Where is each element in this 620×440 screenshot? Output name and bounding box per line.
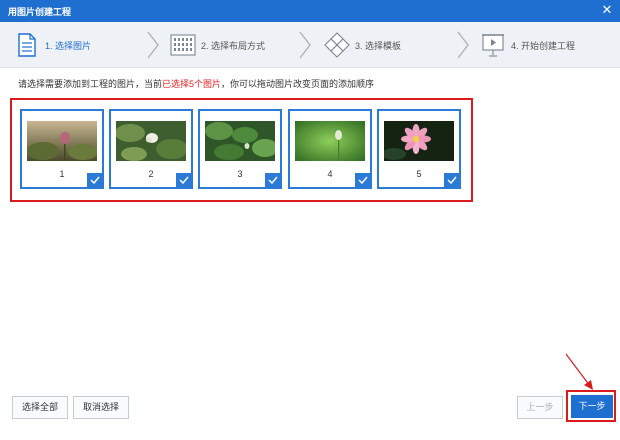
annotation-arrow-icon	[565, 353, 593, 390]
step-label: 4. 开始创建工程	[511, 40, 576, 51]
step-select-template: 3. 选择模板	[324, 22, 401, 68]
step-select-layout: 2. 选择布局方式	[170, 22, 265, 68]
select-all-button[interactable]: 选择全部	[12, 396, 68, 419]
white-lotus-photo	[116, 121, 186, 161]
checkmark-icon[interactable]	[444, 173, 459, 187]
window-title: 用图片创建工程	[8, 7, 72, 17]
checkmark-icon[interactable]	[355, 173, 370, 187]
lotus-bud-photo	[27, 121, 97, 161]
pink-lotus-photo	[384, 121, 454, 161]
instruction-before: 请选择需要添加到工程的图片，当前	[18, 79, 163, 89]
step-label: 2. 选择布局方式	[201, 40, 266, 51]
step-label: 3. 选择模板	[355, 40, 402, 51]
step-chevron-icon	[147, 31, 159, 59]
prev-button[interactable]: 上一步	[517, 396, 563, 419]
step-start-create: 4. 开始创建工程	[480, 22, 575, 68]
grid-layout-icon	[170, 31, 196, 59]
lotus-leaves-photo	[205, 121, 275, 161]
thumbnail-item[interactable]: 3	[198, 109, 282, 189]
selected-count-highlight: 已选择5个图片	[162, 79, 222, 89]
thumbnail-item[interactable]: 5	[377, 109, 461, 189]
step-chevron-icon	[457, 31, 469, 59]
step-label: 1. 选择图片	[45, 40, 92, 51]
next-button[interactable]: 下一步	[571, 395, 613, 418]
document-icon	[14, 31, 40, 59]
instruction-text: 请选择需要添加到工程的图片，当前已选择5个图片，你可以拖动图片改变页面的添加顺序	[18, 77, 374, 90]
thumbnail-area: 1 2 3 4 5	[10, 98, 473, 202]
checkmark-icon[interactable]	[265, 173, 280, 187]
deselect-button[interactable]: 取消选择	[73, 396, 129, 419]
step-select-images: 1. 选择图片	[14, 22, 91, 68]
step-chevron-icon	[299, 31, 311, 59]
instruction-after: ，你可以拖动图片改变页面的添加顺序	[221, 79, 375, 89]
checkmark-icon[interactable]	[176, 173, 191, 187]
template-diamond-icon	[324, 31, 350, 59]
close-icon[interactable]: ✕	[600, 3, 614, 17]
thumbnail-item[interactable]: 1	[20, 109, 104, 189]
thumbnail-item[interactable]: 2	[109, 109, 193, 189]
checkmark-icon[interactable]	[87, 173, 102, 187]
title-bar: 用图片创建工程 ✕	[0, 0, 620, 22]
green-bud-photo	[295, 121, 365, 161]
wizard-steps: 1. 选择图片 2. 选择布局方式 3. 选择模板 4. 开始创建工程	[0, 22, 620, 68]
thumbnail-item[interactable]: 4	[288, 109, 372, 189]
play-board-icon	[480, 31, 506, 59]
